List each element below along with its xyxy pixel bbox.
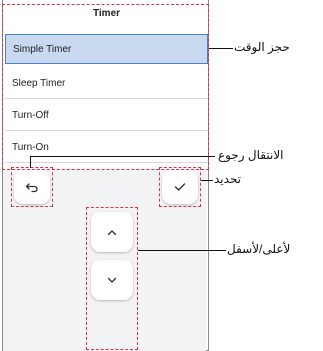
callout-line-updown bbox=[138, 250, 226, 251]
select-highlight-box bbox=[159, 167, 201, 207]
label-back: الانتقال رجوع bbox=[218, 148, 284, 162]
back-highlight-box bbox=[11, 167, 53, 207]
menu-highlight-box bbox=[2, 4, 209, 170]
updown-highlight-box bbox=[86, 207, 138, 350]
callout-line-back bbox=[30, 156, 215, 157]
label-timer-booking: حجز الوقت bbox=[234, 40, 290, 54]
label-select: تحديد bbox=[214, 172, 242, 186]
callout-line-select bbox=[201, 180, 213, 181]
label-up-down: لأعلى/لأسفل bbox=[227, 242, 291, 256]
callout-line-back-drop bbox=[30, 156, 31, 168]
callout-line-timer bbox=[209, 48, 233, 49]
